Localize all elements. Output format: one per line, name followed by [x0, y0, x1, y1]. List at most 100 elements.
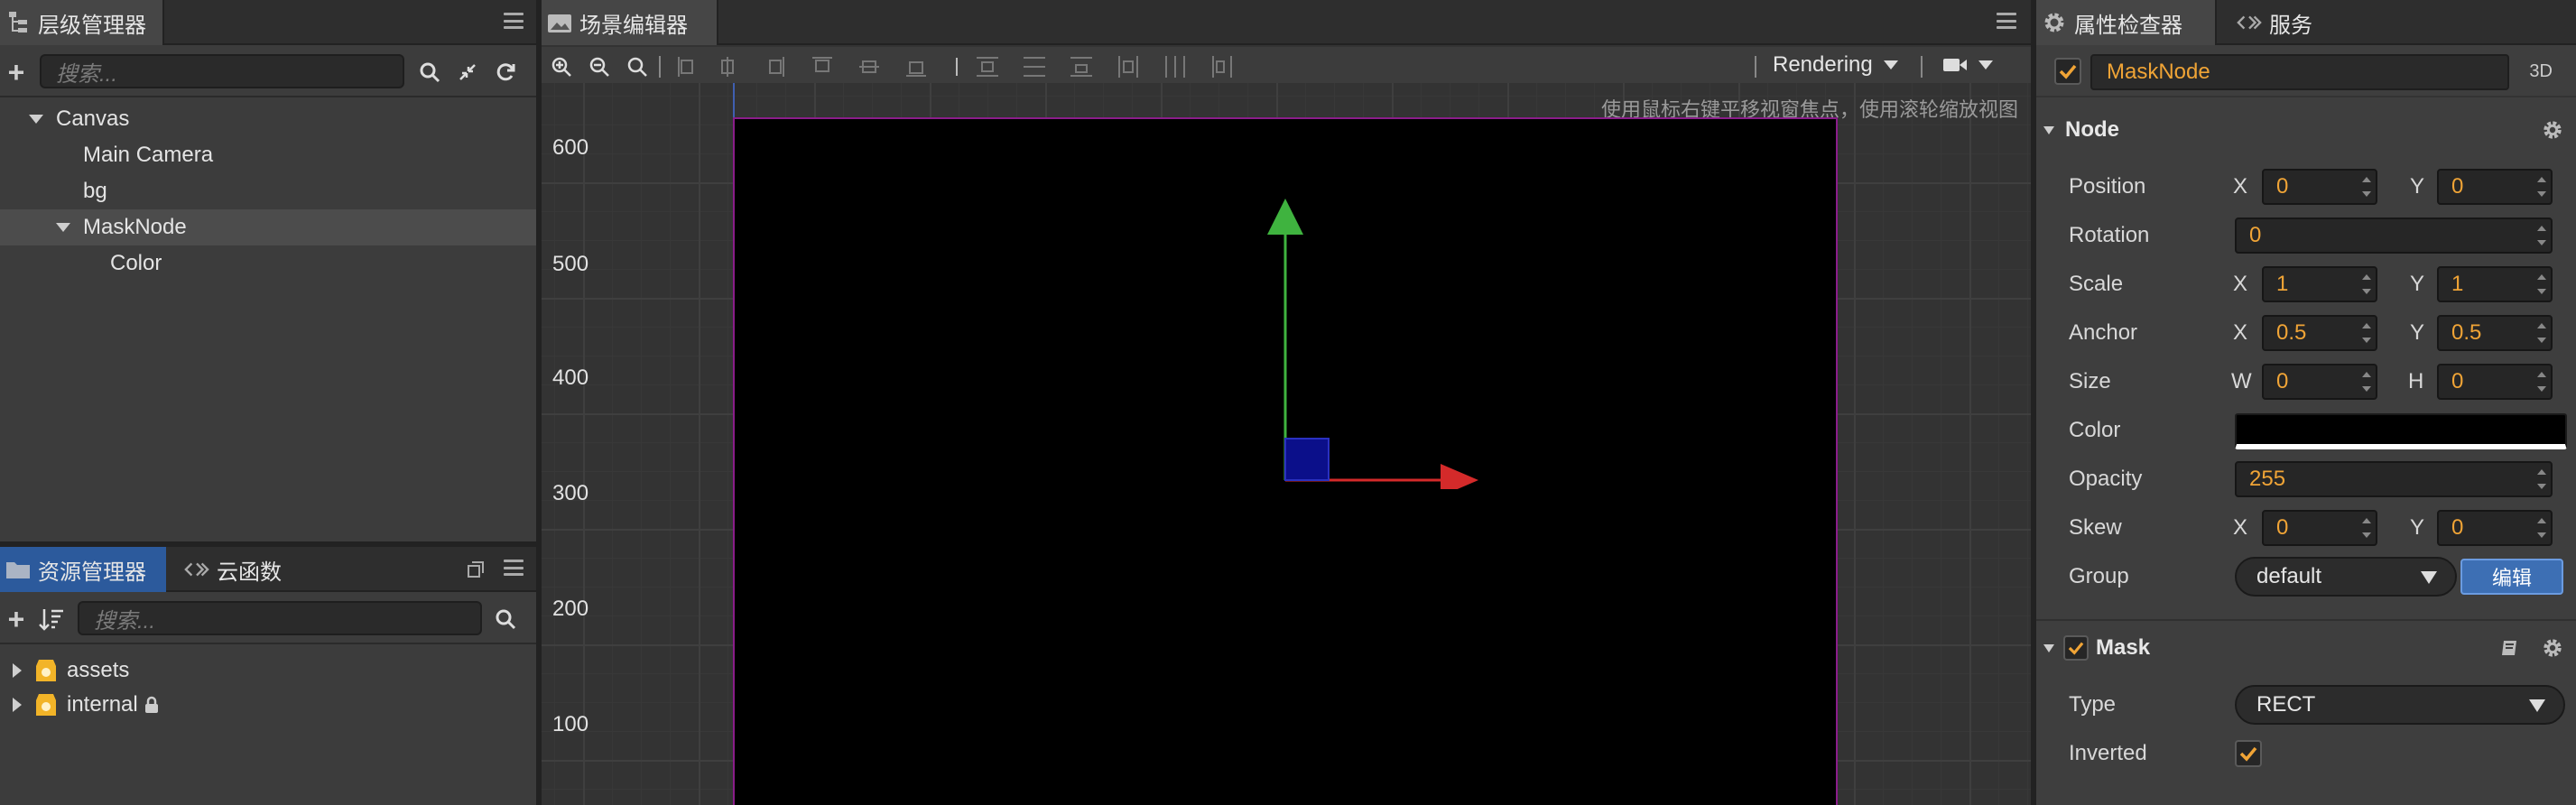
tree-node-canvas[interactable]: Canvas: [0, 101, 536, 137]
hierarchy-menu-icon[interactable]: [504, 13, 524, 29]
stepper-icon[interactable]: [2534, 319, 2549, 347]
tree-node-main-camera[interactable]: Main Camera: [0, 137, 536, 173]
gear-icon[interactable]: [2542, 637, 2563, 659]
zoom-reset-icon[interactable]: [625, 54, 650, 79]
stepper-icon[interactable]: [2534, 367, 2549, 396]
assets-menu-icon[interactable]: [504, 560, 524, 576]
stepper-icon[interactable]: [2359, 367, 2374, 396]
stepper-icon[interactable]: [2359, 270, 2374, 299]
add-icon[interactable]: +: [4, 603, 29, 635]
mask-type-select[interactable]: RECT: [2235, 685, 2565, 725]
assets-search-input[interactable]: 搜索...: [78, 601, 482, 635]
inspector-panel: 属性检查器 服务 MaskNode 3D Node Position X 0 Y…: [2036, 0, 2576, 805]
tab-services[interactable]: 服务: [2231, 0, 2330, 45]
tab-inspector-label: 属性检查器: [2074, 13, 2182, 38]
tab-inspector[interactable]: 属性检查器: [2036, 0, 2217, 45]
color-swatch[interactable]: [2235, 413, 2567, 449]
collapse-icon[interactable]: [455, 60, 480, 85]
position-x-input[interactable]: 0: [2262, 169, 2377, 205]
expand-arrow-icon[interactable]: [13, 663, 22, 678]
stepper-icon[interactable]: [2534, 172, 2549, 201]
stepper-icon[interactable]: [2534, 465, 2549, 494]
scene-editor-panel: 场景编辑器 Rendering 使用鼠标右键平移视窗焦点，使用滚轮缩放视图 60…: [542, 0, 2031, 805]
group-edit-button[interactable]: 编辑: [2460, 559, 2563, 595]
tab-scene[interactable]: 场景编辑器: [542, 0, 718, 45]
expand-arrow-icon[interactable]: [56, 223, 70, 232]
x-axis-arrowhead: [1441, 464, 1478, 489]
prop-size: Size W 0 H 0: [2036, 357, 2576, 406]
skew-y-input[interactable]: 0: [2437, 510, 2553, 546]
stepper-icon[interactable]: [2534, 221, 2549, 250]
expand-arrow-icon[interactable]: [29, 115, 43, 124]
zoom-out-icon[interactable]: [587, 54, 612, 79]
splitter-right[interactable]: [2031, 0, 2036, 805]
mask-enabled-checkbox[interactable]: [2063, 635, 2089, 661]
mode-3d-toggle[interactable]: 3D: [2529, 61, 2553, 82]
size-w-input[interactable]: 0: [2262, 364, 2377, 400]
opacity-input[interactable]: 255: [2235, 461, 2553, 497]
inverted-checkbox[interactable]: [2235, 740, 2262, 767]
toolbar-divider: [1921, 56, 1923, 78]
hierarchy-panel: 层级管理器 + 搜索... Canvas Main Camera bg Mask…: [0, 0, 536, 541]
value: 0: [2451, 174, 2464, 199]
prop-label: Opacity: [2069, 467, 2143, 491]
value: 1: [2451, 272, 2464, 296]
tab-assets-label: 资源管理器: [38, 560, 146, 585]
stepper-icon[interactable]: [2359, 172, 2374, 201]
node-name-input[interactable]: MaskNode: [2090, 54, 2509, 90]
value: 255: [2249, 467, 2286, 491]
asset-folder-internal[interactable]: internal: [0, 688, 536, 722]
rendering-dropdown[interactable]: Rendering: [1773, 49, 1908, 81]
hierarchy-search-input[interactable]: 搜索...: [40, 54, 404, 88]
scale-y-input[interactable]: 1: [2437, 266, 2553, 302]
y-ruler-label: 600: [552, 135, 589, 160]
tree-node-masknode[interactable]: MaskNode: [0, 209, 536, 245]
prop-scale: Scale X 1 Y 1: [2036, 260, 2576, 309]
stepper-icon[interactable]: [2534, 270, 2549, 299]
add-icon[interactable]: +: [4, 56, 29, 88]
expand-arrow-icon[interactable]: [13, 698, 22, 712]
hierarchy-tree: Canvas Main Camera bg MaskNode Color: [0, 99, 536, 541]
scene-menu-icon[interactable]: [1997, 13, 2016, 29]
size-h-input[interactable]: 0: [2437, 364, 2553, 400]
node-active-checkbox[interactable]: [2054, 58, 2081, 85]
tree-node-label: Main Camera: [83, 143, 214, 167]
search-icon[interactable]: [493, 606, 518, 632]
tab-hierarchy[interactable]: 层级管理器: [0, 0, 164, 45]
stepper-icon[interactable]: [2359, 514, 2374, 542]
refresh-icon[interactable]: [493, 60, 518, 85]
node-section-header[interactable]: Node: [2043, 105, 2576, 155]
skew-x-input[interactable]: 0: [2262, 510, 2377, 546]
splitter-left[interactable]: [536, 0, 542, 805]
tab-assets[interactable]: 资源管理器: [0, 547, 166, 592]
mask-section-header[interactable]: Mask: [2043, 623, 2576, 673]
anchor-y-input[interactable]: 0.5: [2437, 315, 2553, 351]
scale-x-input[interactable]: 1: [2262, 266, 2377, 302]
tree-node-color[interactable]: Color: [0, 245, 536, 282]
stepper-icon[interactable]: [2534, 514, 2549, 542]
camera-dropdown[interactable]: [1942, 51, 2000, 79]
scene-viewport[interactable]: 使用鼠标右键平移视窗焦点，使用滚轮缩放视图 600 500 400 300 20…: [542, 83, 2031, 805]
position-y-input[interactable]: 0: [2437, 169, 2553, 205]
collapse-arrow-icon[interactable]: [2043, 125, 2054, 134]
axis-label: X: [2233, 515, 2248, 540]
anchor-x-input[interactable]: 0.5: [2262, 315, 2377, 351]
tab-cloud-functions[interactable]: 云函数: [179, 547, 296, 592]
stepper-icon[interactable]: [2359, 319, 2374, 347]
help-book-icon[interactable]: [2500, 639, 2520, 657]
collapse-arrow-icon[interactable]: [2043, 643, 2054, 652]
chevron-down-icon: [1883, 60, 1898, 69]
maximize-icon[interactable]: [466, 560, 486, 579]
sort-icon[interactable]: [38, 606, 65, 632]
splitter-horizontal[interactable]: [0, 541, 536, 547]
asset-folder-assets[interactable]: assets: [0, 653, 536, 688]
align-hcenter-icon: [721, 57, 734, 77]
gear-icon[interactable]: [2542, 119, 2563, 141]
search-icon[interactable]: [417, 60, 442, 85]
prop-label: Anchor: [2069, 320, 2138, 345]
rotation-input[interactable]: 0: [2235, 217, 2553, 254]
tree-node-bg[interactable]: bg: [0, 173, 536, 209]
zoom-in-icon[interactable]: [549, 54, 574, 79]
group-select[interactable]: default: [2235, 557, 2457, 597]
scene-toolbar: Rendering: [542, 47, 2031, 87]
